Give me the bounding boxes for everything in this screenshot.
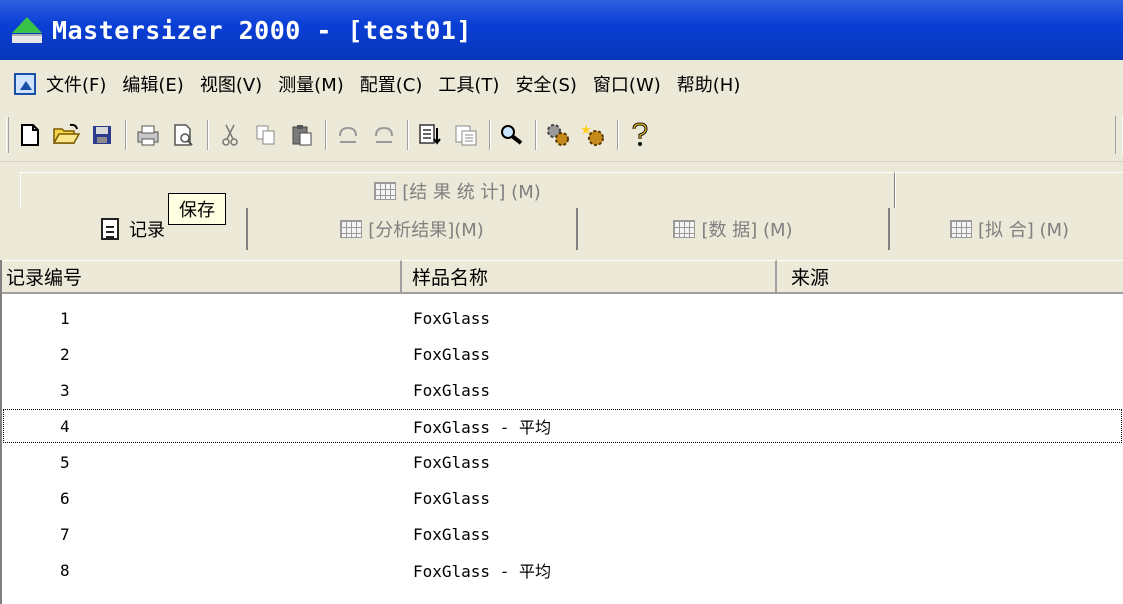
save-icon[interactable] xyxy=(87,120,117,150)
menu-configure[interactable]: 配置(C) xyxy=(360,71,423,97)
cut-icon[interactable] xyxy=(215,120,245,150)
app-icon[interactable] xyxy=(12,17,42,43)
menu-file[interactable]: 文件(F) xyxy=(46,71,106,97)
document-window-icon[interactable] xyxy=(14,73,36,95)
toolbar-grip[interactable] xyxy=(6,116,9,153)
settings-icon[interactable] xyxy=(543,120,573,150)
list-header: 记录编号 样品名称 来源 xyxy=(2,260,1123,294)
table-row[interactable]: 3 FoxGlass xyxy=(2,372,1123,408)
menu-bar: 文件(F) 编辑(E) 视图(V) 测量(M) 配置(C) 工具(T) 安全(S… xyxy=(0,60,1123,108)
sort-icon[interactable] xyxy=(415,120,445,150)
table-row[interactable]: 1 FoxGlass xyxy=(2,300,1123,336)
tab-fit[interactable]: [拟 合] (M) xyxy=(890,208,1123,250)
settings-wizard-icon[interactable] xyxy=(579,120,609,150)
sample-name: FoxGlass xyxy=(413,344,491,364)
menu-security[interactable]: 安全(S) xyxy=(515,71,576,97)
column-header-source[interactable]: 来源 xyxy=(777,260,1123,294)
sample-name: FoxGlass xyxy=(413,380,491,400)
table-row[interactable]: 6 FoxGlass xyxy=(2,480,1123,516)
toolbar-separator xyxy=(535,119,537,150)
table-row[interactable]: 5 FoxGlass xyxy=(2,444,1123,480)
sample-name: FoxGlass xyxy=(413,488,491,508)
record-number: 4 xyxy=(60,416,70,436)
toolbar-separator xyxy=(325,119,327,150)
print-icon[interactable] xyxy=(133,120,163,150)
sample-name: FoxGlass xyxy=(413,452,491,472)
tab-label: [结 果 统 计] (M) xyxy=(402,181,541,203)
toolbar-separator xyxy=(407,119,409,150)
toolbar-edge xyxy=(1115,116,1123,154)
report-icon[interactable] xyxy=(451,120,481,150)
record-number: 8 xyxy=(60,560,70,580)
table-row-focused[interactable]: 4 FoxGlass - 平均 xyxy=(2,408,1123,444)
title-bar[interactable]: Mastersizer 2000 - [test01] xyxy=(0,0,1123,60)
record-number: 6 xyxy=(60,488,70,508)
toolbar-separator xyxy=(617,119,619,150)
record-number: 5 xyxy=(60,452,70,472)
menu-window[interactable]: 窗口(W) xyxy=(593,71,661,97)
tab-label: 记录 xyxy=(129,220,165,241)
help-icon[interactable] xyxy=(625,120,655,150)
column-header-record-number[interactable]: 记录编号 xyxy=(2,260,402,294)
save-tooltip: 保存 xyxy=(168,193,226,225)
tab-empty xyxy=(895,172,1123,208)
table-row[interactable]: 7 FoxGlass xyxy=(2,516,1123,552)
record-number: 1 xyxy=(60,308,70,328)
menu-tools[interactable]: 工具(T) xyxy=(438,71,499,97)
undo-icon[interactable] xyxy=(333,120,363,150)
copy-icon[interactable] xyxy=(251,120,281,150)
document-icon xyxy=(101,218,119,240)
tab-result-statistics[interactable]: [结 果 统 计] (M) xyxy=(20,172,895,208)
toolbar-separator xyxy=(207,119,209,150)
record-number: 7 xyxy=(60,524,70,544)
open-icon[interactable] xyxy=(51,120,81,150)
grid-icon xyxy=(340,220,363,238)
grid-icon xyxy=(374,181,397,200)
toolbar-separator xyxy=(489,119,491,150)
new-icon[interactable] xyxy=(15,120,45,150)
sample-name: FoxGlass - 平均 xyxy=(413,418,551,437)
tab-analysis-results[interactable]: [分析结果](M) xyxy=(248,208,578,250)
print-preview-icon[interactable] xyxy=(169,120,199,150)
menu-view[interactable]: 视图(V) xyxy=(200,71,262,97)
tab-label: [分析结果](M) xyxy=(368,220,484,241)
record-list[interactable]: 记录编号 样品名称 来源 1 FoxGlass 2 FoxGlass 3 Fox… xyxy=(0,260,1123,604)
sample-name: FoxGlass xyxy=(413,308,491,328)
menu-measure[interactable]: 测量(M) xyxy=(278,71,344,97)
table-row[interactable]: 2 FoxGlass xyxy=(2,336,1123,372)
tab-data[interactable]: [数 据] (M) xyxy=(578,208,890,250)
search-icon[interactable] xyxy=(497,120,527,150)
tab-label: [数 据] (M) xyxy=(701,220,793,241)
paste-icon[interactable] xyxy=(287,120,317,150)
grid-icon xyxy=(950,220,972,238)
menu-edit[interactable]: 编辑(E) xyxy=(122,71,183,97)
sample-name: FoxGlass xyxy=(413,524,491,544)
toolbar-separator xyxy=(125,119,127,150)
toolbar xyxy=(0,108,1123,162)
list-rows: 1 FoxGlass 2 FoxGlass 3 FoxGlass 4 FoxGl… xyxy=(2,300,1123,588)
window-title: Mastersizer 2000 - [test01] xyxy=(52,15,472,45)
record-number: 2 xyxy=(60,344,70,364)
redo-icon[interactable] xyxy=(369,120,399,150)
menu-help[interactable]: 帮助(H) xyxy=(677,71,741,97)
sample-name: FoxGlass - 平均 xyxy=(413,562,551,581)
record-number: 3 xyxy=(60,380,70,400)
tab-label: [拟 合] (M) xyxy=(978,220,1070,241)
table-row[interactable]: 8 FoxGlass - 平均 xyxy=(2,552,1123,588)
grid-icon xyxy=(673,220,696,238)
column-header-sample-name[interactable]: 样品名称 xyxy=(402,260,777,294)
